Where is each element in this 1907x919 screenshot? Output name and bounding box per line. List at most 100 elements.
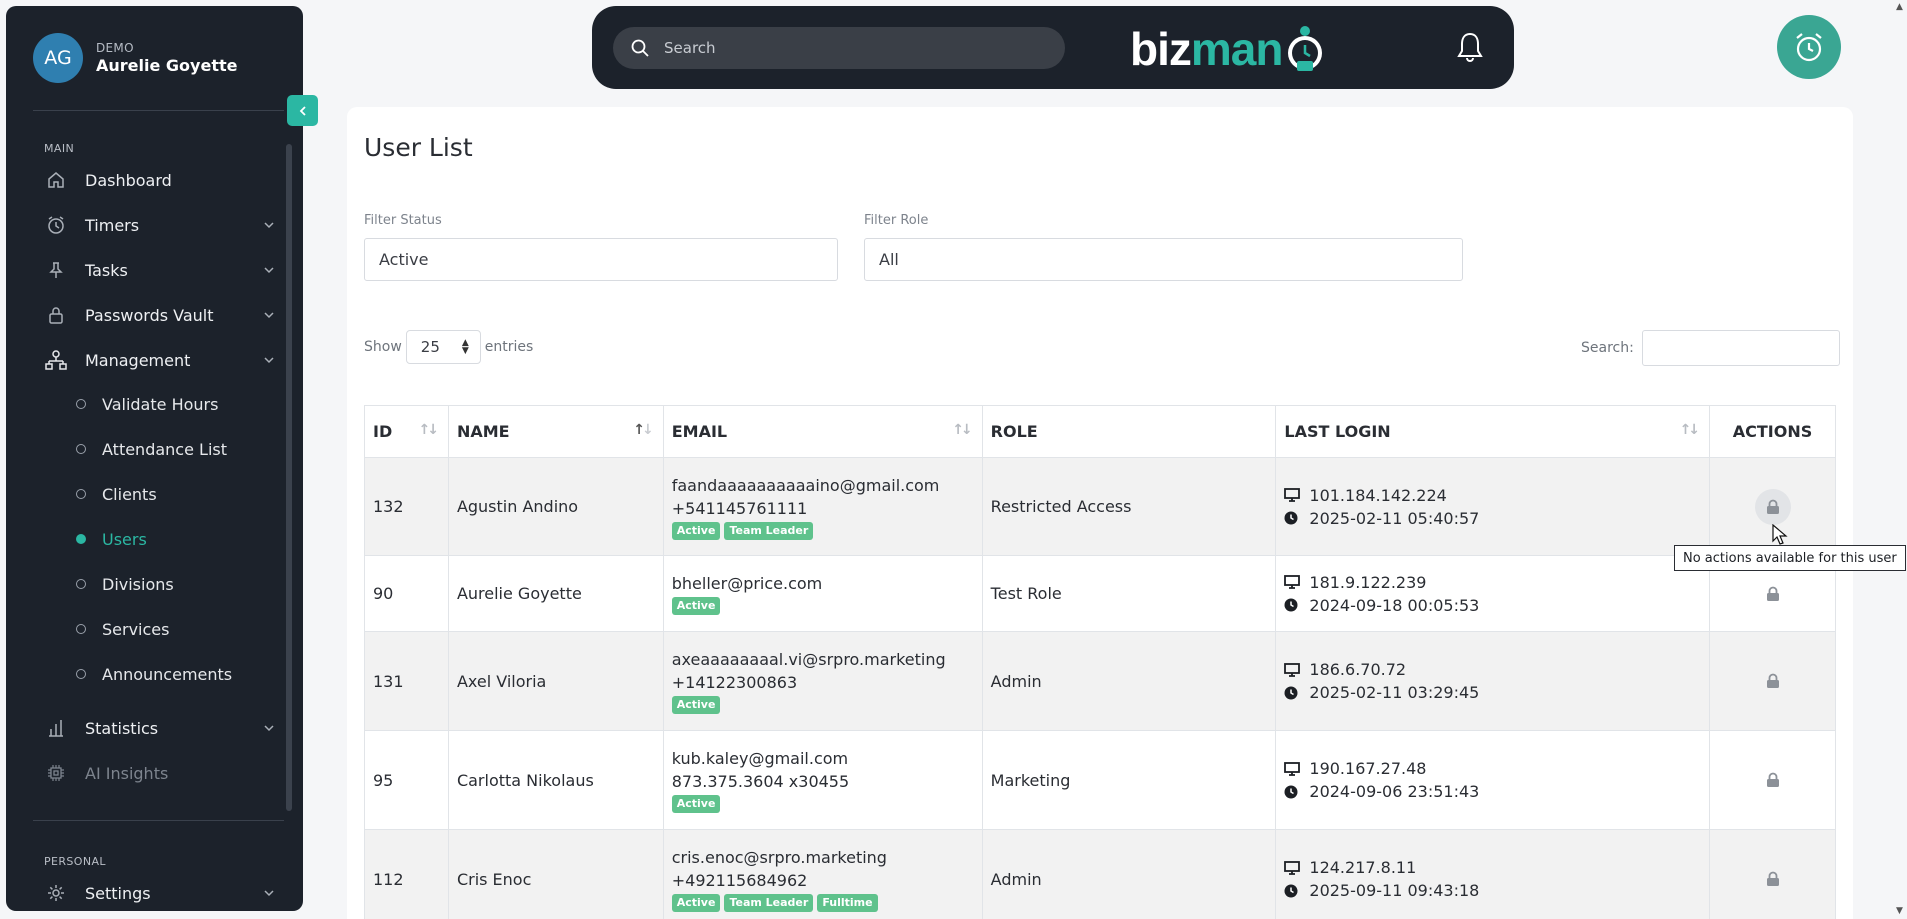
gear-icon <box>44 881 68 905</box>
sidebar-subitem-users[interactable]: Users <box>76 525 276 553</box>
status-badge: Active <box>671 795 721 813</box>
monitor-icon <box>1284 860 1301 875</box>
lock-icon[interactable] <box>1755 861 1791 897</box>
sidebar-item-tasks[interactable]: Tasks <box>44 255 276 285</box>
alarm-clock-icon <box>1796 33 1822 62</box>
table-search: Search: <box>1581 330 1840 366</box>
entries-length-control: Show 25 ▲ ▼ entries <box>364 330 533 364</box>
sidebar-item-label: Timers <box>85 215 140 235</box>
sidebar-collapse-button[interactable] <box>287 95 318 126</box>
email-text: kub.kaley@gmail.com <box>671 749 849 768</box>
sidebar-item-timers[interactable]: Timers <box>44 210 276 240</box>
mouse-cursor-icon <box>1772 524 1788 545</box>
chevron-left-icon <box>299 105 306 116</box>
lock-icon <box>44 303 68 327</box>
chevron-down-icon <box>262 885 276 904</box>
lock-icon[interactable] <box>1755 663 1791 699</box>
sidebar-item-label: Settings <box>85 883 151 903</box>
lock-icon[interactable] <box>1755 576 1791 612</box>
global-search[interactable] <box>613 27 1065 69</box>
bullet-icon <box>76 489 86 499</box>
login-time: 2025-09-11 09:43:18 <box>1309 881 1480 900</box>
avatar: AG <box>33 33 83 83</box>
login-ip: 181.9.122.239 <box>1309 572 1427 592</box>
bullet-icon <box>76 579 86 589</box>
sidebar-item-management[interactable]: Management <box>44 345 276 375</box>
sidebar-subitem-attendance-list[interactable]: Attendance List <box>76 435 276 463</box>
login-ip: 186.6.70.72 <box>1309 660 1407 679</box>
clock-icon <box>1284 884 1300 898</box>
email-text: cris.enoc@srpro.marketing <box>671 848 887 867</box>
logo-text-biz: biz <box>1130 23 1192 75</box>
cell-id: 90 <box>364 555 449 632</box>
sidebar-subitem-divisions[interactable]: Divisions <box>76 570 276 598</box>
cell-last-login: 190.167.27.48 2024-09-06 23:51:43 <box>1275 730 1711 830</box>
sidebar-subitem-label: Divisions <box>102 574 174 594</box>
cell-email: cris.enoc@srpro.marketing +492115684962 … <box>662 829 983 919</box>
column-header-actions: ACTIONS <box>1709 405 1836 458</box>
cell-email: faandaaaaaaaaaaino@gmail.com +5411457611… <box>662 457 983 556</box>
monitor-icon <box>1284 761 1301 776</box>
column-header-role: ROLE <box>981 405 1277 458</box>
bar-chart-icon <box>44 716 68 740</box>
sidebar-subitem-services[interactable]: Services <box>76 615 276 643</box>
entries-value: 25 <box>420 338 440 356</box>
sidebar-subitem-label: Users <box>102 529 147 549</box>
sidebar-subitem-announcements[interactable]: Announcements <box>76 660 276 688</box>
column-header-label: ROLE <box>990 422 1038 441</box>
sidebar-scrollbar[interactable] <box>286 144 292 811</box>
login-ip: 124.217.8.11 <box>1309 858 1417 877</box>
filter-status-select[interactable]: Active <box>364 238 838 281</box>
section-label-personal: PERSONAL <box>44 855 106 868</box>
show-label: Show <box>364 339 402 355</box>
entries-select[interactable]: 25 ▲ ▼ <box>405 330 481 364</box>
lock-icon[interactable] <box>1755 762 1791 798</box>
notifications-bell-icon[interactable] <box>1455 31 1485 67</box>
sidebar: AG DEMO Aurelie Goyette MAIN Dashboard T… <box>6 6 303 911</box>
sidebar-item-ai-insights[interactable]: AI Insights <box>44 758 276 788</box>
sidebar-subitem-clients[interactable]: Clients <box>76 480 276 508</box>
alarm-clock-button[interactable] <box>1777 15 1841 79</box>
column-header-id[interactable]: ID ↑↓ <box>364 405 449 458</box>
page-scroll-down-icon[interactable]: ▼ <box>1896 906 1903 916</box>
clock-icon <box>1284 785 1300 799</box>
monitor-icon <box>1284 662 1301 677</box>
sidebar-item-dashboard[interactable]: Dashboard <box>44 165 276 195</box>
cell-id: 112 <box>364 829 449 919</box>
section-label-main: MAIN <box>44 142 75 155</box>
column-header-name[interactable]: NAME ↑↓ <box>447 405 664 458</box>
sort-icon: ↑↓ <box>1679 422 1701 438</box>
column-header-last-login[interactable]: LAST LOGIN ↑↓ <box>1275 405 1711 458</box>
sidebar-subitem-label: Validate Hours <box>102 394 219 414</box>
cell-role: Admin <box>981 829 1277 919</box>
chevron-down-icon <box>262 307 276 326</box>
cell-name: Agustin Andino <box>447 457 664 556</box>
column-header-label: ACTIONS <box>1732 422 1813 441</box>
sidebar-item-passwords-vault[interactable]: Passwords Vault <box>44 300 276 330</box>
phone-text: +541145761111 <box>671 498 808 518</box>
sidebar-item-label: AI Insights <box>85 763 169 783</box>
email-text: axeaaaaaaaal.vi@srpro.marketing <box>671 650 946 669</box>
filter-role-select[interactable]: All <box>864 238 1463 281</box>
timer-icon <box>44 213 68 237</box>
sidebar-item-statistics[interactable]: Statistics <box>44 713 276 743</box>
cell-name: Axel Viloria <box>447 631 664 731</box>
page-scroll-up-icon[interactable]: ▲ <box>1896 2 1903 12</box>
bizman-logo[interactable]: bizman <box>1130 22 1326 76</box>
home-icon <box>44 168 68 192</box>
email-text: faandaaaaaaaaaaino@gmail.com <box>671 475 940 495</box>
sidebar-subitem-label: Attendance List <box>102 439 227 459</box>
login-time: 2025-02-11 05:40:57 <box>1309 508 1480 528</box>
lock-icon[interactable] <box>1754 488 1791 525</box>
column-header-email[interactable]: EMAIL ↑↓ <box>662 405 983 458</box>
users-table: ID ↑↓ NAME ↑↓ EMAIL ↑↓ ROLE LAST LOGIN ↑↓ AC… <box>364 405 1836 919</box>
tag-badge: Team Leader <box>724 894 814 912</box>
cell-email: axeaaaaaaaal.vi@srpro.marketing +1412230… <box>662 631 983 731</box>
table-search-input[interactable] <box>1641 330 1840 366</box>
global-search-input[interactable] <box>664 39 1024 57</box>
user-profile[interactable]: AG DEMO Aurelie Goyette <box>33 33 237 83</box>
bullet-icon <box>76 534 86 544</box>
filter-status-label: Filter Status <box>364 213 442 228</box>
sidebar-subitem-validate-hours[interactable]: Validate Hours <box>76 390 276 418</box>
sidebar-item-settings[interactable]: Settings <box>44 878 276 908</box>
